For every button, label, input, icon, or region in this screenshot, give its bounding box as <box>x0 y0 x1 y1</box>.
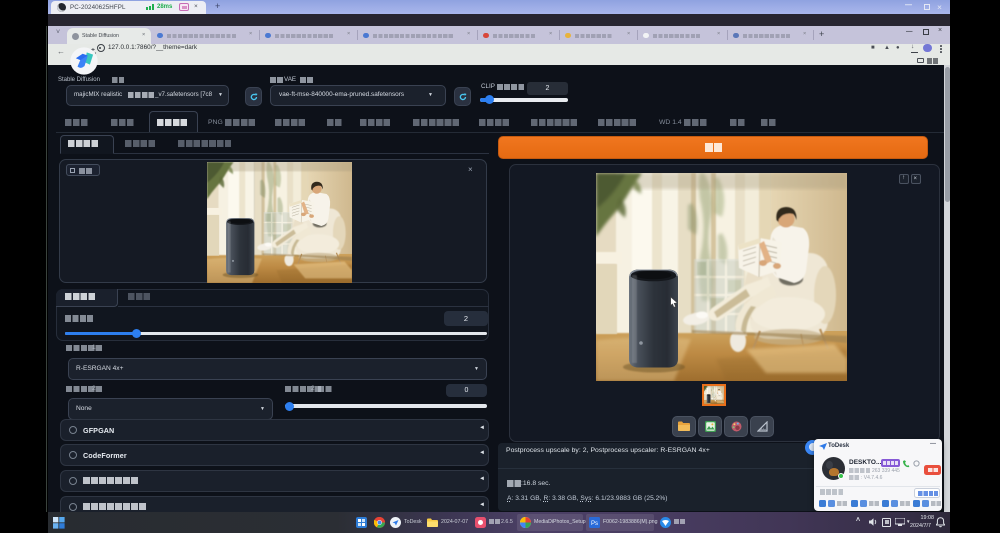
svg-text:Ps: Ps <box>591 521 598 527</box>
